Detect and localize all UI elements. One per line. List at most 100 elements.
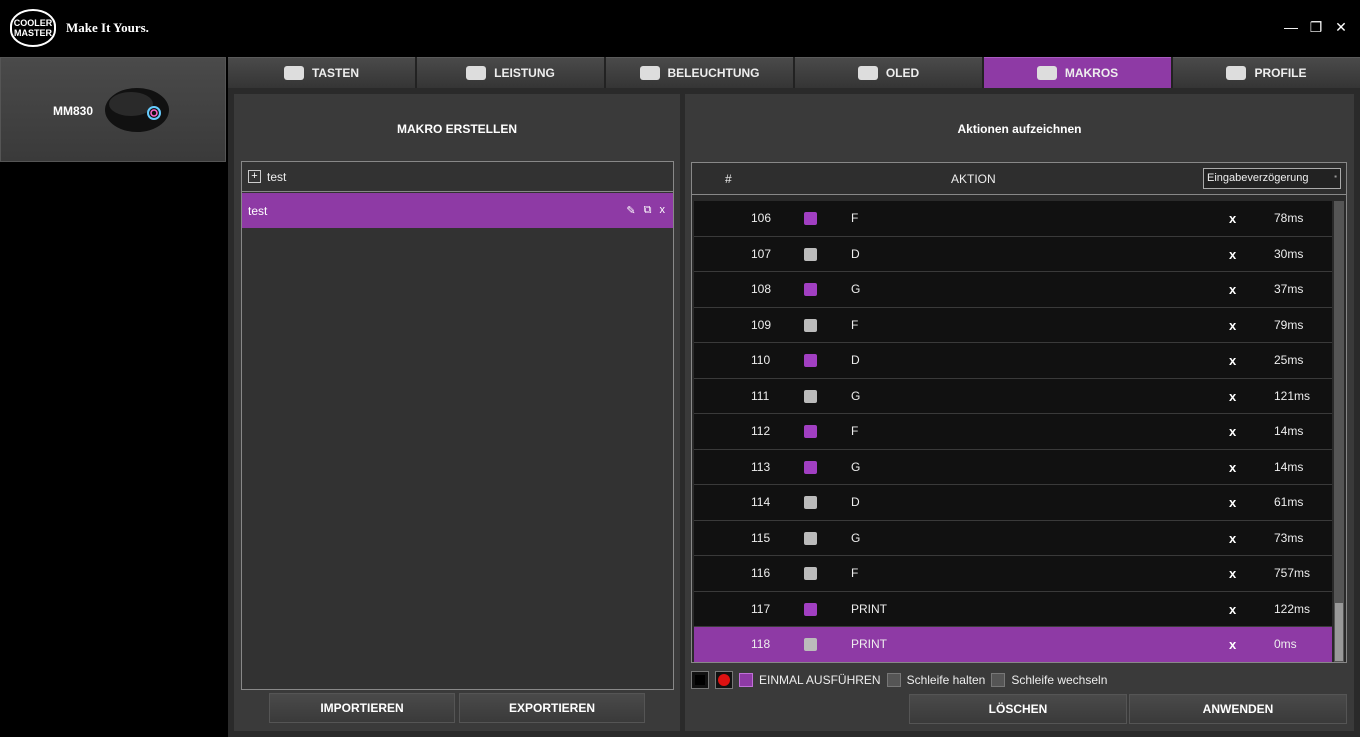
export-button[interactable]: EXPORTIEREN bbox=[459, 693, 645, 723]
minimize-button[interactable]: — bbox=[1282, 18, 1300, 36]
row-number: 106 bbox=[751, 211, 772, 225]
row-delete-icon[interactable]: x bbox=[1229, 531, 1236, 546]
table-row[interactable]: 109 Fx 79ms bbox=[694, 307, 1332, 343]
row-delay: 79ms bbox=[1274, 317, 1304, 332]
macro-group[interactable]: + test bbox=[242, 162, 673, 192]
macro-create-title: MAKRO ERSTELLEN bbox=[397, 122, 517, 136]
table-row[interactable]: 106 Fx 78ms bbox=[694, 201, 1332, 237]
key-down-icon bbox=[804, 354, 817, 367]
row-delete-icon[interactable]: x bbox=[1229, 389, 1236, 404]
row-delete-icon[interactable]: x bbox=[1229, 566, 1236, 581]
delay-select[interactable]: Eingabeverzögerung ▪ bbox=[1203, 168, 1341, 189]
tab-label: MAKROS bbox=[1064, 66, 1119, 80]
row-delete-icon[interactable]: x bbox=[1229, 424, 1236, 439]
row-number: 112 bbox=[751, 424, 771, 438]
tab-label: BELEUCHTUNG bbox=[667, 66, 760, 80]
stop-icon bbox=[695, 675, 705, 685]
row-delete-icon[interactable]: x bbox=[1229, 353, 1236, 368]
record-actions-title: Aktionen aufzeichnen bbox=[957, 122, 1082, 136]
tab-makros[interactable]: MAKROS bbox=[984, 57, 1171, 88]
table-row[interactable]: 116 Fx 757ms bbox=[694, 556, 1332, 592]
copy-icon[interactable]: ⧉ bbox=[644, 204, 652, 217]
device-card[interactable]: MM830 bbox=[0, 57, 226, 162]
import-button[interactable]: IMPORTIEREN bbox=[269, 693, 455, 723]
loop-toggle-label: Schleife wechseln bbox=[1011, 673, 1108, 687]
row-number: 116 bbox=[751, 566, 771, 580]
key-up-icon bbox=[804, 567, 817, 580]
row-action: D bbox=[851, 495, 860, 509]
delete-icon[interactable]: x bbox=[660, 204, 666, 217]
table-row[interactable]: 107 Dx 30ms bbox=[694, 236, 1332, 272]
key-up-icon bbox=[804, 247, 817, 261]
key-up-icon bbox=[804, 496, 817, 509]
actions-table: # AKTION Eingabeverzögerung ▪ 106 Fx 78ms 10… bbox=[691, 162, 1347, 663]
tab-tasten[interactable]: TASTEN bbox=[228, 57, 415, 88]
table-row[interactable]: 113 Gx 14ms bbox=[694, 449, 1332, 485]
row-delay: 37ms bbox=[1274, 282, 1304, 296]
key-up-icon bbox=[804, 531, 817, 545]
table-row[interactable]: 110 Dx 25ms bbox=[694, 343, 1332, 379]
device-name: MM830 bbox=[53, 104, 94, 118]
row-action: F bbox=[851, 317, 859, 332]
loop-hold-checkbox[interactable] bbox=[886, 673, 901, 687]
table-row[interactable]: 108 Gx 37ms bbox=[694, 272, 1332, 308]
lightbulb-icon bbox=[639, 66, 660, 80]
table-row[interactable]: 112 Fx 14ms bbox=[694, 414, 1332, 450]
key-down-icon bbox=[804, 283, 817, 296]
macro-group-label: test bbox=[267, 169, 287, 184]
row-delay: 61ms bbox=[1274, 495, 1304, 509]
tab-oled[interactable]: OLED bbox=[795, 57, 982, 88]
expand-icon[interactable]: + bbox=[248, 170, 261, 183]
key-down-icon bbox=[804, 425, 817, 438]
row-delay: 14ms bbox=[1274, 424, 1304, 438]
delete-button[interactable]: LÖSCHEN bbox=[909, 694, 1127, 724]
table-row[interactable]: 117 PRINT x 122ms bbox=[694, 591, 1332, 627]
macro-icon bbox=[1036, 66, 1057, 80]
scrollbar-thumb[interactable] bbox=[1335, 603, 1343, 661]
stop-button[interactable] bbox=[691, 671, 709, 689]
row-delay: 25ms bbox=[1274, 353, 1304, 367]
row-delete-icon[interactable]: x bbox=[1229, 460, 1236, 475]
macro-item-selected[interactable]: test ✎ ⧉ x bbox=[242, 193, 673, 228]
table-row[interactable]: 115 Gx 73ms bbox=[694, 520, 1332, 556]
macro-create-panel: MAKRO ERSTELLEN + test test ✎ ⧉ x IMPORT… bbox=[234, 94, 680, 731]
row-delete-icon[interactable]: x bbox=[1229, 247, 1236, 262]
row-action: D bbox=[851, 353, 860, 367]
tagline: Make It Yours. bbox=[66, 20, 149, 35]
run-once-checkbox[interactable] bbox=[739, 673, 753, 687]
key-down-icon bbox=[804, 460, 817, 474]
mouse-image bbox=[105, 88, 169, 132]
cooler-master-logo: COOLER MASTER bbox=[10, 9, 56, 47]
tab-beleuchtung[interactable]: BELEUCHTUNG bbox=[606, 57, 793, 88]
apply-button[interactable]: ANWENDEN bbox=[1129, 694, 1347, 724]
edit-icon[interactable]: ✎ bbox=[626, 204, 635, 217]
tab-leistung[interactable]: LEISTUNG bbox=[417, 57, 604, 88]
record-button[interactable] bbox=[715, 671, 733, 689]
maximize-button[interactable]: ❐ bbox=[1307, 18, 1325, 36]
table-row[interactable]: 111 Gx 121ms bbox=[694, 378, 1332, 414]
row-delay: 122ms bbox=[1274, 601, 1311, 616]
row-delete-icon[interactable]: x bbox=[1229, 602, 1236, 617]
row-delete-icon[interactable]: x bbox=[1229, 495, 1236, 510]
close-button[interactable]: ✕ bbox=[1332, 18, 1350, 36]
row-action: PRINT bbox=[851, 601, 887, 616]
scrollbar[interactable] bbox=[1334, 201, 1344, 662]
table-row[interactable]: 114 Dx 61ms bbox=[694, 485, 1332, 521]
dropdown-icon: ▪ bbox=[1334, 172, 1337, 181]
keyboard-icon bbox=[283, 66, 304, 80]
row-delay: 30ms bbox=[1274, 246, 1304, 261]
macro-item-label: test bbox=[248, 203, 268, 218]
row-number: 111 bbox=[751, 388, 770, 403]
row-delete-icon[interactable]: x bbox=[1229, 318, 1236, 333]
row-delete-icon[interactable]: x bbox=[1229, 637, 1236, 652]
col-action: AKTION bbox=[951, 172, 996, 186]
row-delete-icon[interactable]: x bbox=[1229, 282, 1236, 297]
table-row[interactable]: 118 PRINT x 0ms bbox=[694, 627, 1332, 662]
row-action: G bbox=[851, 530, 861, 545]
row-delete-icon[interactable]: x bbox=[1229, 211, 1236, 226]
row-action: D bbox=[851, 246, 860, 261]
row-delay: 757ms bbox=[1274, 566, 1311, 580]
tab-profile[interactable]: PROFILE bbox=[1173, 57, 1360, 88]
row-delay: 14ms bbox=[1274, 459, 1304, 474]
loop-toggle-checkbox[interactable] bbox=[991, 673, 1006, 687]
